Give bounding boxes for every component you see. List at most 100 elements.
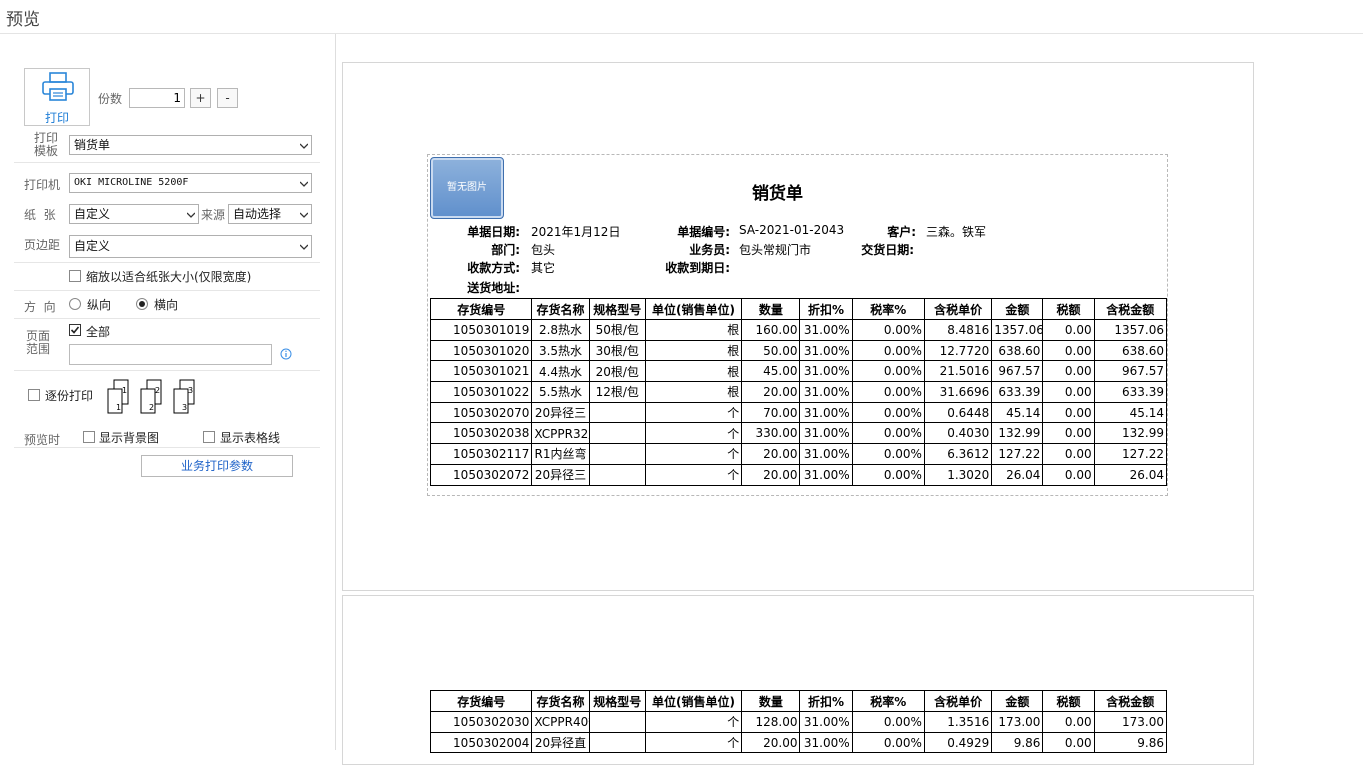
cell-unit-price-incl-tax: 8.4816 <box>923 319 993 341</box>
cell-quantity: 45.00 <box>741 360 801 383</box>
cell-unit: 根 <box>644 319 743 341</box>
checkmark-icon <box>70 326 80 334</box>
source-select[interactable]: 自动选择 <box>228 204 312 224</box>
page-range-input[interactable] <box>69 344 272 365</box>
show-background-label: 显示背景图 <box>99 431 160 445</box>
cell-item-code: 1050301020 <box>429 339 533 362</box>
cell-unit: 个 <box>644 401 743 424</box>
portrait-radio[interactable] <box>69 298 81 310</box>
column-header-tax-rate: 税率% <box>851 690 925 712</box>
line-items-table: 存货编号 存货名称 规格型号 单位(销售单位) 数量 折扣% 税率% 含税单价 金额 税额 含税金额… <box>429 298 1168 486</box>
cell-quantity: 160.00 <box>741 319 801 341</box>
template-select[interactable]: 销货单 <box>69 135 312 155</box>
cell-tax-amount: 0.00 <box>1042 381 1095 403</box>
number-label: 单据编号: <box>677 225 730 239</box>
table-row: 1050301020 3.5热水 30根/包根 50.00 31.00% 0.00% 12.… <box>429 339 1168 362</box>
payment-due-label: 收款到期日: <box>665 261 730 275</box>
cell-amount: 638.60 <box>991 339 1044 362</box>
cell-unit: 个 <box>644 463 743 486</box>
column-header-spec: 规格型号 <box>588 298 646 320</box>
cell-quantity: 20.00 <box>741 381 801 403</box>
cell-amount: 127.22 <box>991 443 1044 465</box>
cell-total-incl-tax: 173.00 <box>1093 711 1168 733</box>
column-header-discount: 折扣% <box>799 690 853 712</box>
cell-tax-rate: 0.00% <box>851 381 925 403</box>
paper-select-value: 自定义 <box>74 207 111 221</box>
date-label: 单据日期: <box>467 225 520 239</box>
cell-total-incl-tax: 26.04 <box>1093 463 1168 486</box>
cell-total-incl-tax: 638.60 <box>1093 339 1168 362</box>
cell-item-code: 1050302072 <box>429 463 533 486</box>
cell-unit-price-incl-tax: 1.3020 <box>923 463 993 486</box>
delivery-address-label: 送货地址: <box>467 281 520 295</box>
department-label: 部门: <box>491 243 520 257</box>
show-background-checkbox[interactable] <box>83 431 95 443</box>
collate-label: 逐份打印 <box>45 389 94 403</box>
margin-select[interactable]: 自定义 <box>69 235 312 258</box>
portrait-label: 纵向 <box>87 298 112 312</box>
collate-pages-icon: 3 3 <box>173 379 195 414</box>
cell-item-code: 1050302038 <box>429 422 533 445</box>
source-select-value: 自动选择 <box>233 207 282 221</box>
collate-pages-icon: 2 2 <box>140 379 162 414</box>
cell-tax-amount: 0.00 <box>1042 422 1095 445</box>
cell-item-name: 20异径三 <box>531 463 590 486</box>
cell-discount: 31.00% <box>799 443 853 465</box>
column-header-item-code: 存货编号 <box>429 298 533 320</box>
cell-tax-amount: 0.00 <box>1042 463 1095 486</box>
landscape-label: 横向 <box>154 298 179 312</box>
cell-spec: 50根/包 <box>588 319 646 341</box>
cell-tax-amount: 0.00 <box>1042 360 1095 383</box>
table-row: 1050302072 20异径三个 20.00 31.00% 0.00% 1.3020 26… <box>429 463 1168 486</box>
table-header-row: 存货编号 存货名称 规格型号 单位(销售单位) 数量 折扣% 税率% 含税单价 金额 税额 含税金额 <box>429 298 1168 320</box>
chevron-down-icon <box>300 143 308 149</box>
no-image-placeholder: 暂无图片 <box>430 157 504 219</box>
line-items-table-page-2: 存货编号 存货名称 规格型号 单位(销售单位) 数量 折扣% 税率% 含税单价 金额 税额 含税金额… <box>429 690 1168 754</box>
show-gridlines-checkbox[interactable] <box>203 431 215 443</box>
cell-discount: 31.00% <box>799 339 853 362</box>
copies-plus-button[interactable]: + <box>190 88 211 108</box>
cell-discount: 31.00% <box>799 463 853 486</box>
divider <box>14 370 320 371</box>
chevron-down-icon <box>300 244 308 250</box>
print-button-label: 打印 <box>44 111 69 125</box>
svg-text:3: 3 <box>188 386 193 395</box>
cell-unit: 个 <box>644 443 743 465</box>
print-button[interactable]: 打印 <box>24 68 90 126</box>
fit-to-paper-checkbox[interactable] <box>69 270 81 282</box>
cell-tax-rate: 0.00% <box>851 711 925 733</box>
payment-method-value: 其它 <box>531 261 556 275</box>
cell-discount: 31.00% <box>799 401 853 424</box>
info-icon[interactable] <box>280 348 292 360</box>
chevron-down-icon <box>300 212 308 218</box>
business-print-params-button[interactable]: 业务打印参数 <box>141 455 293 477</box>
cell-unit: 根 <box>644 360 743 383</box>
paper-select[interactable]: 自定义 <box>69 204 199 224</box>
cell-unit: 个 <box>644 422 743 445</box>
cell-tax-rate: 0.00% <box>851 360 925 383</box>
collate-checkbox[interactable] <box>28 389 40 401</box>
print-settings-panel: 打印 份数 + - 打印 模板 销货单 打印机 OKI MICROLINE 52… <box>0 34 336 750</box>
cell-unit: 根 <box>644 381 743 403</box>
divider <box>14 318 320 319</box>
all-pages-checkbox[interactable] <box>69 324 81 336</box>
cell-spec <box>588 401 646 424</box>
printer-select-value: OKI MICROLINE 5200F <box>74 177 189 188</box>
cell-quantity: 330.00 <box>741 422 801 445</box>
department-value: 包头 <box>531 243 556 257</box>
printer-select[interactable]: OKI MICROLINE 5200F <box>69 173 312 193</box>
divider <box>14 290 320 291</box>
direction-label: 方 向 <box>24 300 56 314</box>
cell-item-code: 1050301019 <box>429 319 533 341</box>
source-label: 来源 <box>201 208 226 222</box>
copies-minus-button[interactable]: - <box>217 88 238 108</box>
column-header-total-incl-tax: 含税金额 <box>1093 298 1168 320</box>
cell-unit: 根 <box>644 339 743 362</box>
table-row: 1050302030XCPPR40*90°弯头个128.0031.00%0.00… <box>429 711 1168 733</box>
copies-input[interactable] <box>129 88 185 108</box>
cell-amount: 633.39 <box>991 381 1044 403</box>
cell-spec: 30根/包 <box>588 339 646 362</box>
cell-tax-rate: 0.00% <box>851 463 925 486</box>
cell-amount: 26.04 <box>991 463 1044 486</box>
landscape-radio[interactable] <box>136 298 148 310</box>
